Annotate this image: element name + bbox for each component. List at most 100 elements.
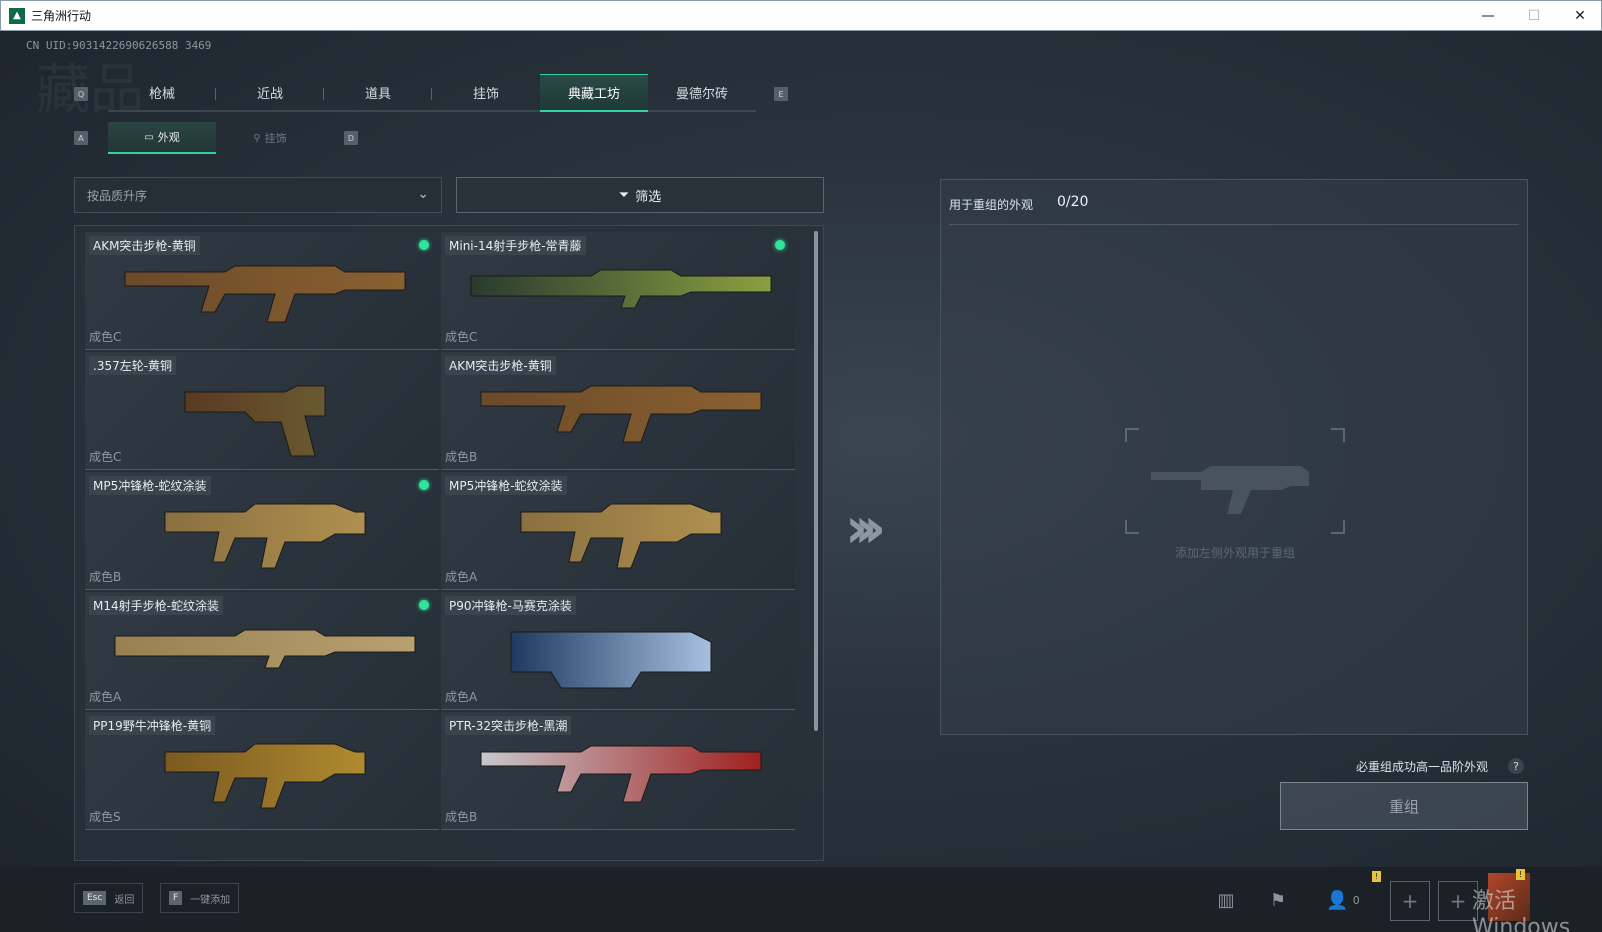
flag-icon[interactable]: ⚑ xyxy=(1258,883,1298,917)
new-indicator-icon xyxy=(419,600,429,610)
item-card[interactable]: AKM突击步枪-黄铜 成色B xyxy=(441,352,795,470)
item-card[interactable]: P90冲锋枪-马赛克涂装 成色A xyxy=(441,592,795,710)
game-viewport: 藏品 CN UID:9031422690626588 3469 Q 枪械 近战 … xyxy=(0,31,1602,932)
tab-charms[interactable]: 挂饰 xyxy=(432,74,540,110)
divider xyxy=(949,224,1519,225)
item-card[interactable]: M14射手步枪-蛇纹涂装 成色A xyxy=(85,592,439,710)
image-icon: ▭ xyxy=(144,131,154,143)
sub-tab-bar: ▭ 外观 ⚲ 挂饰 xyxy=(108,122,324,154)
sort-dropdown[interactable]: 按品质升序 ⌄ xyxy=(74,177,442,213)
window-title: 三角洲行动 xyxy=(31,9,92,23)
guarantee-text: 必重组成功高一品阶外观 xyxy=(1356,760,1489,774)
rifle-placeholder-icon xyxy=(1151,466,1309,514)
item-card[interactable]: .357左轮-黄铜 成色C xyxy=(85,352,439,470)
avatar-badge: ! xyxy=(1516,869,1525,880)
filter-icon: ⏷ xyxy=(618,187,630,203)
sort-value: 按品质升序 xyxy=(87,188,148,203)
item-grade: 成色B xyxy=(445,810,478,824)
item-grade: 成色A xyxy=(445,570,478,584)
item-card[interactable]: Mini-14射手步枪-常青藤 成色C xyxy=(441,232,795,350)
tab-melee[interactable]: 近战 xyxy=(216,74,324,110)
item-card[interactable]: MP5冲锋枪-蛇纹涂装 成色B xyxy=(85,472,439,590)
key-hint-d: D xyxy=(344,131,358,145)
add-slot-button[interactable]: + xyxy=(1390,881,1430,921)
new-indicator-icon xyxy=(775,240,785,250)
item-name: PTR-32突击步枪-黑潮 xyxy=(445,716,572,735)
regroup-button[interactable]: 重组 xyxy=(1280,782,1528,830)
item-grade: 成色S xyxy=(89,810,121,824)
chevron-down-icon: ⌄ xyxy=(417,186,429,202)
item-name: PP19野牛冲锋枪-黄铜 xyxy=(89,716,216,735)
activation-watermark: 激活 Windows xyxy=(1472,889,1571,932)
main-tab-bar: 枪械 近战 道具 挂饰 典藏工坊 曼德尔砖 xyxy=(108,74,756,112)
key-hint-q: Q xyxy=(74,87,88,101)
subtab-appearance[interactable]: ▭ 外观 xyxy=(108,122,216,154)
friends-count: 0 xyxy=(1352,893,1360,907)
new-indicator-icon xyxy=(419,240,429,250)
item-name: MP5冲锋枪-蛇纹涂装 xyxy=(89,476,211,495)
tab-mandel-brick[interactable]: 曼德尔砖 xyxy=(648,74,756,110)
tab-items[interactable]: 道具 xyxy=(324,74,432,110)
item-name: P90冲锋枪-马赛克涂装 xyxy=(445,596,576,615)
key-hint-a: A xyxy=(74,131,88,145)
grid-scrollbar[interactable] xyxy=(814,231,818,731)
item-name: M14射手步枪-蛇纹涂装 xyxy=(89,596,223,615)
item-name: AKM突击步枪-黄铜 xyxy=(445,356,556,375)
esc-key: Esc xyxy=(83,891,107,905)
frame-corner xyxy=(1125,428,1139,442)
frame-corner xyxy=(1331,520,1345,534)
subtab-label: 外观 xyxy=(157,131,180,144)
app-logo-icon: ▲ xyxy=(9,7,25,24)
tab-firearms[interactable]: 枪械 xyxy=(108,74,216,110)
bottom-bar: Esc 返回 F 一键添加 ▥ ⚑ 👤 0 ! + + ! 激活 Windows xyxy=(0,867,1602,932)
new-indicator-icon xyxy=(419,480,429,490)
friends-icon: 👤 xyxy=(1326,889,1349,911)
user-uid: CN UID:9031422690626588 3469 xyxy=(26,39,212,52)
filter-button[interactable]: ⏷ 筛选 xyxy=(456,177,824,213)
regroup-header: 用于重组的外观 xyxy=(949,198,1034,212)
item-name: MP5冲锋枪-蛇纹涂装 xyxy=(445,476,567,495)
filter-label: 筛选 xyxy=(635,189,662,205)
regroup-count: 0/20 xyxy=(1057,194,1089,210)
item-grade: 成色C xyxy=(445,330,478,344)
friends-button[interactable]: 👤 0 xyxy=(1318,883,1368,917)
item-grade: 成色C xyxy=(89,450,122,464)
tab-label: 曼德尔砖 xyxy=(675,86,728,102)
charm-icon: ⚲ xyxy=(253,132,261,144)
empty-hint: 添加左侧外观用于重组 xyxy=(1174,546,1295,560)
close-button[interactable]: ✕ xyxy=(1557,1,1602,31)
subtab-label: 挂饰 xyxy=(264,132,287,145)
subtab-charms[interactable]: ⚲ 挂饰 xyxy=(216,122,324,154)
tab-collection-workshop[interactable]: 典藏工坊 xyxy=(540,74,648,112)
add-all-label: 一键添加 xyxy=(190,894,231,906)
stats-icon[interactable]: ▥ xyxy=(1206,883,1246,917)
item-card[interactable]: PP19野牛冲锋枪-黄铜 成色S xyxy=(85,712,439,830)
item-card[interactable]: PTR-32突击步枪-黑潮 成色B xyxy=(441,712,795,830)
item-grade: 成色B xyxy=(89,570,122,584)
frame-corner xyxy=(1331,428,1345,442)
item-grade: 成色B xyxy=(445,450,478,464)
maximize-button[interactable]: ☐ xyxy=(1511,1,1557,31)
minimize-button[interactable]: — xyxy=(1465,1,1511,31)
item-card[interactable]: AKM突击步枪-黄铜 成色C xyxy=(85,232,439,350)
tab-label: 近战 xyxy=(256,86,283,102)
tab-label: 挂饰 xyxy=(472,86,499,102)
item-grid: AKM突击步枪-黄铜 成色C Mini-14射手步枪-常青藤 成色C .357左… xyxy=(74,225,824,861)
frame-corner xyxy=(1125,520,1139,534)
tab-label: 典藏工坊 xyxy=(567,87,620,102)
item-grade: 成色C xyxy=(89,330,122,344)
regroup-panel: 用于重组的外观 0/20 添加左侧外观用于重组 xyxy=(940,179,1528,735)
help-button[interactable]: ? xyxy=(1508,758,1524,774)
f-key: F xyxy=(169,891,183,905)
add-all-button[interactable]: F 一键添加 xyxy=(160,883,240,913)
back-label: 返回 xyxy=(114,894,135,906)
tab-label: 枪械 xyxy=(148,86,175,102)
item-card[interactable]: MP5冲锋枪-蛇纹涂装 成色A xyxy=(441,472,795,590)
back-button[interactable]: Esc 返回 xyxy=(74,883,144,913)
window-titlebar: ▲ 三角洲行动 — ☐ ✕ xyxy=(0,0,1602,31)
notification-badge: ! xyxy=(1372,871,1381,882)
item-name: .357左轮-黄铜 xyxy=(89,356,177,375)
tab-label: 道具 xyxy=(364,86,391,102)
item-grade: 成色A xyxy=(445,690,478,704)
item-grade: 成色A xyxy=(89,690,122,704)
